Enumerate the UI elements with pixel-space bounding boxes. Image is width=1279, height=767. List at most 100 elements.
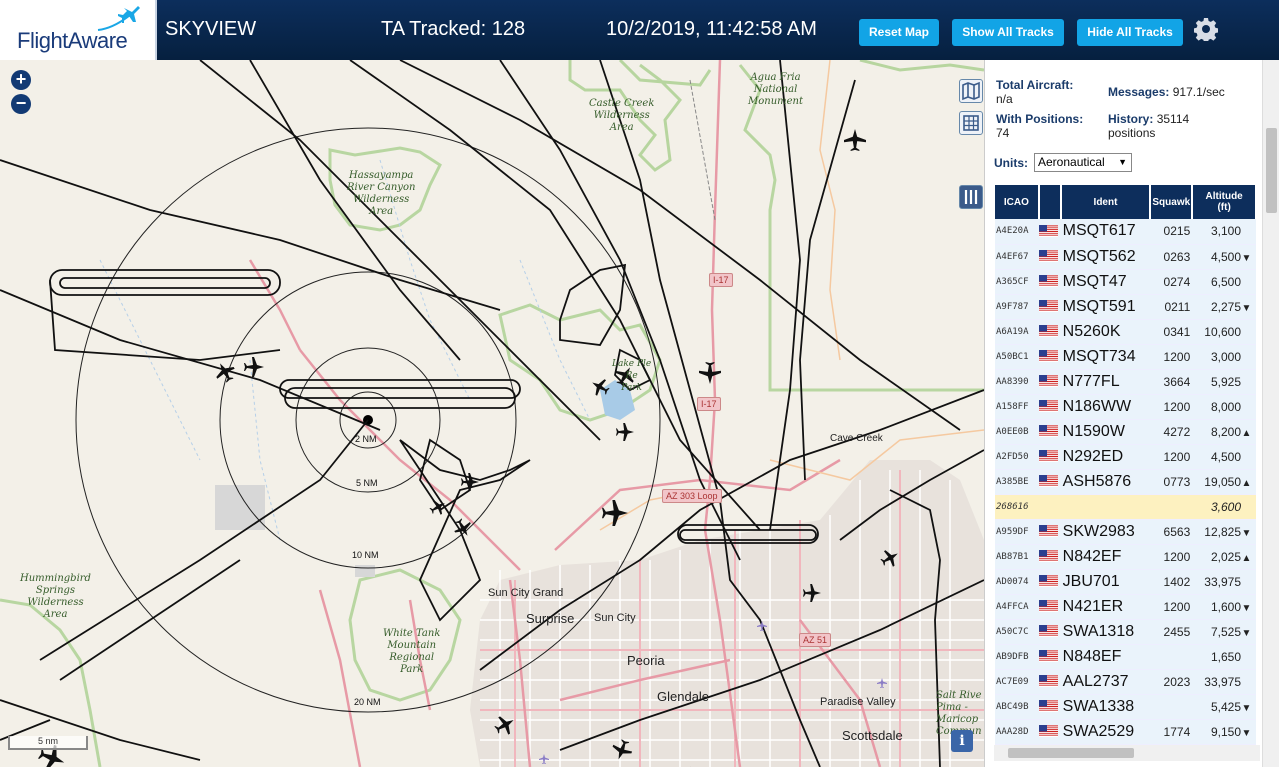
sidebar-vertical-scrollbar[interactable] — [1262, 60, 1279, 767]
table-row[interactable]: AB9DFB N848EF 1,650 — [995, 644, 1256, 670]
row-ident: SWA1318 — [1060, 619, 1151, 645]
row-icao: 268616 — [995, 494, 1039, 520]
map-label-castle-creek: Castle Creek Wilderness Area — [589, 98, 655, 133]
zoom-in-button[interactable]: + — [11, 70, 31, 90]
table-row[interactable]: AAA28D SWA2529 1774 9,150▼ — [995, 719, 1256, 745]
row-altitude-value: 6,500 — [1210, 274, 1241, 289]
row-flag — [1038, 594, 1061, 620]
highway-az51: AZ 51 — [799, 633, 832, 647]
us-flag-icon — [1038, 450, 1058, 463]
row-ident: N777FL — [1060, 369, 1151, 395]
table-row[interactable]: 268616 3,600 — [995, 494, 1256, 520]
row-altitude-value: 7,525 — [1210, 624, 1241, 639]
ring-label-2nm: 2 NM — [355, 434, 377, 444]
ta-tracked-count: TA Tracked: 128 — [381, 18, 526, 40]
row-ident: N1590W — [1060, 419, 1151, 445]
row-icao: A365CF — [995, 269, 1039, 295]
us-flag-icon — [1038, 425, 1058, 438]
row-icao: ABC49B — [995, 694, 1039, 720]
row-flag — [1038, 319, 1061, 345]
row-altitude-value: 33,975 — [1204, 674, 1241, 689]
row-altitude-trend: ▼ — [1241, 702, 1252, 714]
row-flag — [1038, 719, 1061, 745]
table-row[interactable]: A4E20A MSQT617 0215 3,100 — [995, 219, 1256, 245]
stat-messages: Messages: 917.1/sec — [1108, 85, 1225, 99]
row-ident — [1060, 494, 1151, 520]
row-icao: A9F787 — [995, 294, 1039, 320]
row-altitude-value: 4,500 — [1210, 249, 1241, 264]
column-header-ident[interactable]: Ident — [1060, 185, 1152, 219]
column-header-altitude[interactable]: Altitude (ft) — [1192, 185, 1257, 219]
column-header-icao[interactable]: ICAO — [995, 185, 1040, 219]
row-squawk — [1150, 494, 1193, 520]
info-button[interactable]: i — [951, 730, 973, 752]
table-row[interactable]: A365CF MSQT47 0274 6,500 — [995, 269, 1256, 295]
row-flag — [1038, 444, 1061, 470]
table-row[interactable]: A2FD50 N292ED 1200 4,500 — [995, 444, 1256, 470]
table-row[interactable]: A9F787 MSQT591 0211 2,275▼ — [995, 294, 1256, 320]
row-icao: A158FF — [995, 394, 1039, 420]
row-flag — [1038, 494, 1061, 520]
us-flag-icon — [1038, 575, 1058, 588]
map-view[interactable]: + − Agua Fria National Monument Castle C… — [0, 60, 984, 767]
flightaware-logo[interactable]: FlightAware — [0, 0, 157, 60]
stat-positions-value: 74 — [996, 126, 1010, 140]
row-altitude-value: 3,600 — [1210, 499, 1241, 514]
us-flag-icon — [1038, 475, 1058, 488]
table-row[interactable]: AA8390 N777FL 3664 5,925 — [995, 369, 1256, 395]
table-row[interactable]: A0EE0B N1590W 4272 8,200▲ — [995, 419, 1256, 445]
row-squawk: 1774 — [1150, 719, 1193, 745]
row-ident: MSQT47 — [1060, 269, 1151, 295]
row-altitude: 10,600 — [1192, 319, 1256, 345]
table-row[interactable]: A50C7C SWA1318 2455 7,525▼ — [995, 619, 1256, 645]
table-row[interactable]: A959DF SKW2983 6563 12,825▼ — [995, 519, 1256, 545]
us-flag-icon — [1038, 650, 1058, 663]
table-row[interactable]: A4FFCA N421ER 1200 1,600▼ — [995, 594, 1256, 620]
map-grid-button[interactable] — [959, 111, 983, 135]
row-ident: N292ED — [1060, 444, 1151, 470]
row-squawk: 0211 — [1150, 294, 1193, 320]
table-row[interactable]: A50BC1 MSQT734 1200 3,000 — [995, 344, 1256, 370]
gear-icon[interactable] — [1194, 17, 1218, 41]
column-header-squawk[interactable]: Squawk — [1150, 185, 1194, 219]
column-header-flag[interactable] — [1038, 185, 1062, 219]
city-surprise: Surprise — [526, 611, 575, 626]
row-icao: A4EF67 — [995, 244, 1039, 270]
table-horizontal-scrollbar[interactable] — [994, 745, 1260, 761]
table-row[interactable]: AD0074 JBU701 1402 33,975 — [995, 569, 1256, 595]
table-row[interactable]: AC7E09 AAL2737 2023 33,975 — [995, 669, 1256, 695]
row-flag — [1038, 569, 1061, 595]
horizontal-scroll-thumb[interactable] — [1008, 748, 1134, 758]
table-row[interactable]: A385BE ASH5876 0773 19,050▲ — [995, 469, 1256, 495]
table-row[interactable]: A6A19A N5260K 0341 10,600 — [995, 319, 1256, 345]
row-squawk: 3664 — [1150, 369, 1193, 395]
us-flag-icon — [1038, 300, 1058, 313]
map-label-agua-fria: Agua Fria National Monument — [748, 72, 803, 107]
stat-messages-label: Messages: — [1108, 85, 1170, 99]
row-altitude-trend: ▼ — [1241, 252, 1252, 264]
table-row[interactable]: ABC49B SWA1338 5,425▼ — [995, 694, 1256, 720]
map-layers-button[interactable] — [959, 79, 983, 103]
us-flag-icon — [1038, 625, 1058, 638]
us-flag-icon — [1038, 700, 1058, 713]
row-altitude: 19,050▲ — [1192, 469, 1256, 495]
hide-all-tracks-button[interactable]: Hide All Tracks — [1077, 19, 1183, 46]
vertical-scroll-thumb[interactable] — [1266, 128, 1277, 213]
units-select[interactable]: Aeronautical ▼ — [1034, 153, 1132, 172]
zoom-out-button[interactable]: − — [11, 94, 31, 114]
table-row[interactable]: A158FF N186WW 1200 8,000 — [995, 394, 1256, 420]
row-ident: MSQT734 — [1060, 344, 1151, 370]
row-flag — [1038, 294, 1061, 320]
reset-map-button[interactable]: Reset Map — [859, 19, 939, 46]
row-altitude-value: 3,100 — [1210, 224, 1241, 239]
aircraft-sidebar: Total Aircraft: n/a With Positions: 74 M… — [984, 60, 1279, 767]
map-canvas — [0, 60, 984, 767]
show-all-tracks-button[interactable]: Show All Tracks — [952, 19, 1064, 46]
row-icao: A959DF — [995, 519, 1039, 545]
row-altitude: 7,525▼ — [1192, 619, 1256, 645]
column-toggle-button[interactable] — [959, 185, 983, 209]
table-row[interactable]: AB87B1 N842EF 1200 2,025▲ — [995, 544, 1256, 570]
stat-positions-label: With Positions: — [996, 112, 1084, 126]
us-flag-icon — [1038, 225, 1058, 238]
table-row[interactable]: A4EF67 MSQT562 0263 4,500▼ — [995, 244, 1256, 270]
